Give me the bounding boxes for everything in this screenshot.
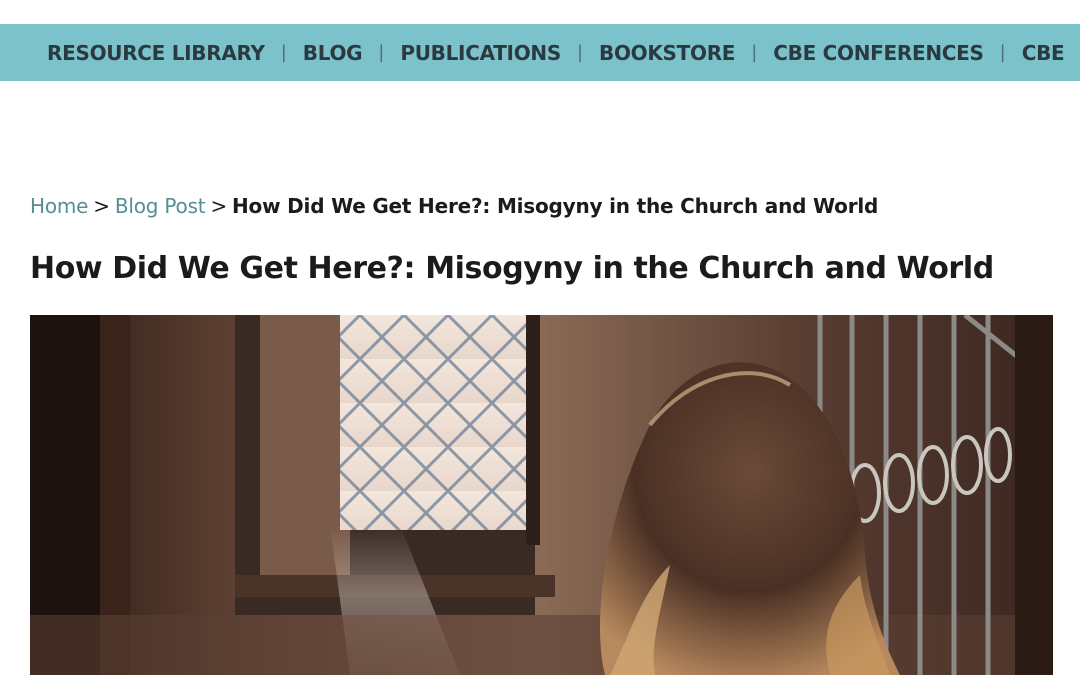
woman-by-window-photo <box>30 315 1053 675</box>
page-title: How Did We Get Here?: Misogyny in the Ch… <box>30 251 994 286</box>
top-navigation-bar: RESOURCE LIBRARY | BLOG | PUBLICATIONS |… <box>0 24 1080 81</box>
nav-item-cbe-conferences[interactable]: CBE CONFERENCES <box>773 41 984 65</box>
nav-separator: | <box>751 42 758 63</box>
nav-item-blog[interactable]: BLOG <box>303 41 363 65</box>
nav-separator: | <box>378 42 385 63</box>
breadcrumb-blog-post-link[interactable]: Blog Post <box>115 194 206 218</box>
breadcrumb: Home > Blog Post > How Did We Get Here?: Mis… <box>30 194 878 218</box>
nav-item-bookstore[interactable]: BOOKSTORE <box>599 41 735 65</box>
breadcrumb-separator: > <box>210 194 228 218</box>
hero-image <box>30 315 1053 675</box>
nav-separator: | <box>280 42 287 63</box>
nav-item-publications[interactable]: PUBLICATIONS <box>400 41 561 65</box>
breadcrumb-current-page: How Did We Get Here?: Misogyny in the Ch… <box>232 194 879 218</box>
breadcrumb-separator: > <box>93 194 110 218</box>
breadcrumb-home-link[interactable]: Home <box>30 194 88 218</box>
nav-menu: RESOURCE LIBRARY | BLOG | PUBLICATIONS |… <box>47 24 1065 81</box>
nav-separator: | <box>999 42 1006 63</box>
nav-separator: | <box>576 42 584 63</box>
nav-item-cbe[interactable]: CBE <box>1022 41 1065 65</box>
nav-item-resource-library[interactable]: RESOURCE LIBRARY <box>47 41 265 65</box>
